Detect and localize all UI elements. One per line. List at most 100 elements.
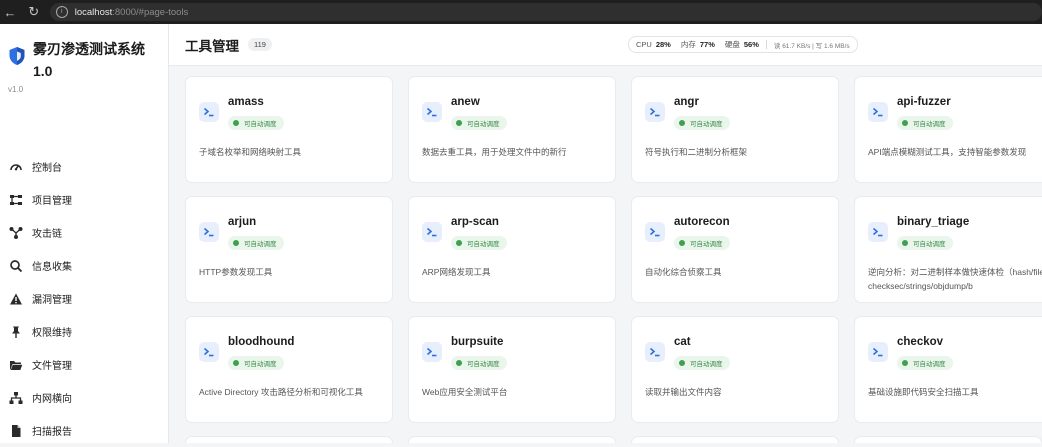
- tool-name: cat: [674, 336, 691, 348]
- tool-card[interactable]: bloodhound 可自动调度 Active Directory 攻击路径分析…: [185, 316, 393, 423]
- sidebar-item-reports[interactable]: 扫描报告: [0, 414, 168, 447]
- tool-card[interactable]: [408, 436, 616, 443]
- status-dot-icon: [233, 120, 239, 126]
- pin-icon: [9, 325, 23, 339]
- tool-name: amass: [228, 96, 264, 108]
- sidebar-item-label: 内网横向: [32, 394, 72, 405]
- file-icon: [9, 424, 23, 438]
- tool-description: 符号执行和二进制分析框架: [645, 147, 748, 157]
- tool-card[interactable]: anew 可自动调度 数据去重工具，用于处理文件中的新行: [408, 76, 616, 183]
- terminal-icon: [645, 342, 665, 362]
- tool-card[interactable]: api-fuzzer 可自动调度 API端点模糊测试工具，支持智能参数发现: [854, 76, 1042, 183]
- shield-icon: [8, 46, 26, 66]
- status-dot-icon: [679, 120, 685, 126]
- terminal-icon: [645, 222, 665, 242]
- status-badge: 可自动调度: [228, 116, 284, 130]
- status-badge: 可自动调度: [451, 116, 507, 130]
- status-dot-icon: [456, 120, 462, 126]
- url-host: localhost: [74, 6, 113, 18]
- status-text: 可自动调度: [913, 121, 946, 128]
- status-text: 可自动调度: [244, 241, 277, 248]
- status-dot-icon: [902, 120, 908, 126]
- sidebar-item-label: 权限维持: [32, 328, 72, 339]
- status-dot-icon: [679, 240, 685, 246]
- stats-divider: [765, 40, 767, 49]
- tool-description: 逆向分析：对二进制样本做快速体检（hash/file/checksec/stri…: [868, 267, 1042, 291]
- status-text: 可自动调度: [690, 121, 723, 128]
- tool-description: ARP网络发现工具: [422, 267, 491, 277]
- status-badge: 可自动调度: [228, 356, 284, 370]
- status-badge: 可自动调度: [451, 356, 507, 370]
- sidebar-item-attack-chain[interactable]: 攻击链: [0, 216, 168, 249]
- tool-description: 基础设施即代码安全扫描工具: [868, 387, 979, 397]
- hierarchy-icon: [9, 391, 23, 405]
- tool-name: arp-scan: [451, 216, 499, 228]
- tool-card[interactable]: arp-scan 可自动调度 ARP网络发现工具: [408, 196, 616, 303]
- sidebar-item-label: 项目管理: [32, 196, 72, 207]
- tool-card[interactable]: binary_triage 可自动调度 逆向分析：对二进制样本做快速体检（has…: [854, 196, 1042, 303]
- sidebar-item-dashboard[interactable]: 控制台: [0, 150, 168, 183]
- status-text: 可自动调度: [244, 121, 277, 128]
- disk-label: 硬盘: [724, 40, 740, 49]
- tool-card[interactable]: angr 可自动调度 符号执行和二进制分析框架: [631, 76, 839, 183]
- terminal-icon: [868, 102, 888, 122]
- sidebar-item-lateral-movement[interactable]: 内网横向: [0, 381, 168, 414]
- tool-description: 数据去重工具，用于处理文件中的新行: [422, 147, 567, 157]
- tool-name: checkov: [897, 336, 944, 348]
- tool-card[interactable]: burpsuite 可自动调度 Web应用安全测试平台: [408, 316, 616, 423]
- status-dot-icon: [456, 360, 462, 366]
- network-icon: [9, 226, 23, 240]
- status-dot-icon: [902, 360, 908, 366]
- tool-card[interactable]: [854, 436, 1042, 443]
- tool-description: Web应用安全测试平台: [422, 387, 508, 397]
- reload-icon[interactable]: ↻: [26, 4, 42, 20]
- cpu-value: 28%: [655, 40, 671, 49]
- sidebar-item-files[interactable]: 文件管理: [0, 348, 168, 381]
- sidebar-item-persistence[interactable]: 权限维持: [0, 315, 168, 348]
- status-badge: 可自动调度: [228, 236, 284, 250]
- status-dot-icon: [902, 240, 908, 246]
- terminal-icon: [868, 342, 888, 362]
- back-arrow-icon[interactable]: ←: [2, 5, 18, 20]
- search-icon: [9, 259, 23, 273]
- status-badge: 可自动调度: [897, 236, 953, 250]
- tool-card[interactable]: checkov 可自动调度 基础设施即代码安全扫描工具: [854, 316, 1042, 423]
- tool-name: arjun: [228, 216, 257, 228]
- status-text: 可自动调度: [913, 361, 946, 368]
- site-info-icon[interactable]: i: [55, 6, 68, 18]
- tool-card[interactable]: autorecon 可自动调度 自动化综合侦察工具: [631, 196, 839, 303]
- tool-name: bloodhound: [228, 336, 295, 348]
- sidebar-item-vulnerabilities[interactable]: 漏洞管理: [0, 282, 168, 315]
- status-text: 可自动调度: [913, 241, 946, 248]
- sidebar-item-label: 信息收集: [32, 262, 72, 273]
- status-badge: 可自动调度: [897, 116, 953, 130]
- sidebar-item-label: 扫描报告: [32, 427, 72, 438]
- tool-card[interactable]: cat 可自动调度 读取并输出文件内容: [631, 316, 839, 423]
- status-dot-icon: [233, 240, 239, 246]
- terminal-icon: [868, 222, 888, 242]
- terminal-icon: [645, 102, 665, 122]
- status-text: 可自动调度: [690, 361, 723, 368]
- tool-name: angr: [674, 96, 699, 108]
- status-text: 可自动调度: [244, 361, 277, 368]
- tool-description: Active Directory 攻击路径分析和可视化工具: [199, 387, 363, 397]
- sidebar-item-recon[interactable]: 信息收集: [0, 249, 168, 282]
- status-badge: 可自动调度: [897, 356, 953, 370]
- tool-name: autorecon: [674, 216, 730, 228]
- page-header: 工具管理 119 CPU 28% 内存 77% 硬盘 56% 读 61.7 KB/s …: [169, 24, 1042, 66]
- sidebar-item-projects[interactable]: 项目管理: [0, 183, 168, 216]
- dashboard-icon: [9, 160, 23, 174]
- tool-card[interactable]: arjun 可自动调度 HTTP参数发现工具: [185, 196, 393, 303]
- status-dot-icon: [456, 240, 462, 246]
- tool-card[interactable]: [185, 436, 393, 443]
- address-bar[interactable]: i localhost:8000/#page-tools: [49, 3, 1042, 21]
- warning-icon: [9, 292, 23, 306]
- sidebar: 雾刃渗透测试系统 1.0 v1.0 控制台 项目管理 攻击链 信息收集 漏洞管理…: [0, 24, 169, 443]
- network-io: 读 61.7 KB/s | 写 1.6 MB/s: [773, 42, 850, 50]
- status-dot-icon: [679, 360, 685, 366]
- sidebar-nav: 控制台 项目管理 攻击链 信息收集 漏洞管理 权限维持 文件管理 内网横向 扫描…: [0, 150, 168, 447]
- terminal-icon: [422, 102, 442, 122]
- tool-card[interactable]: [631, 436, 839, 443]
- tool-card[interactable]: amass 可自动调度 子域名枚举和网络映射工具: [185, 76, 393, 183]
- status-badge: 可自动调度: [674, 236, 730, 250]
